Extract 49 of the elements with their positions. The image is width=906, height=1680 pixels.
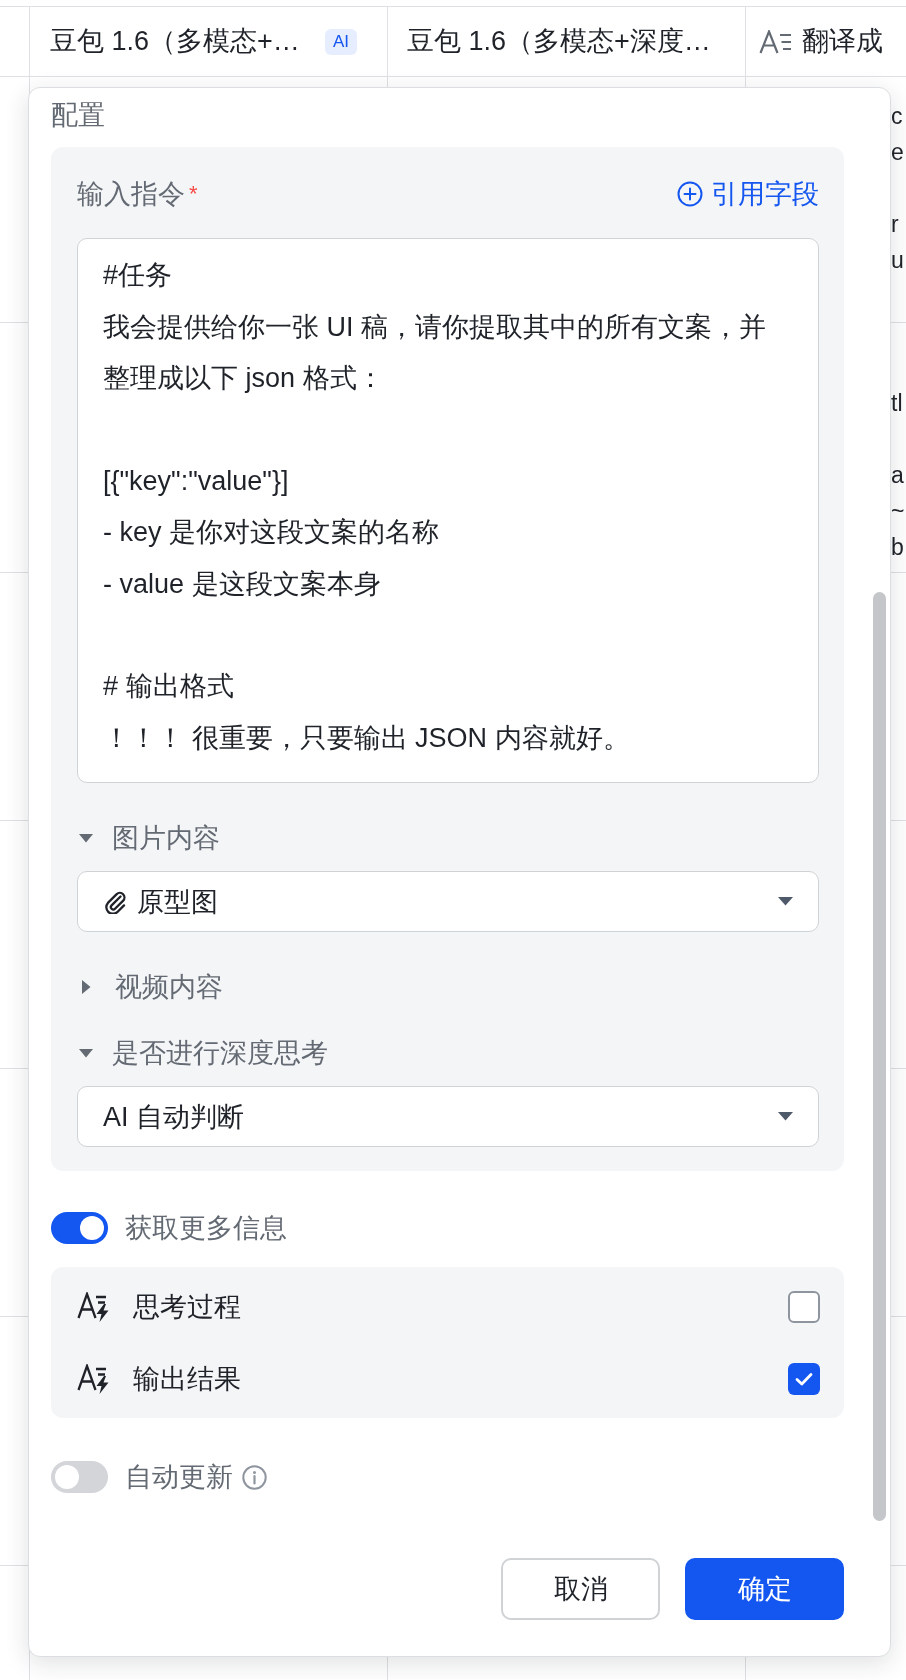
cancel-button[interactable]: 取消 (501, 1558, 660, 1620)
caret-down-icon[interactable] (79, 833, 93, 843)
section-label: 图片内容 (112, 822, 220, 855)
section-label: 是否进行深度思考 (112, 1037, 328, 1070)
caret-down-icon[interactable] (79, 1048, 93, 1058)
instruction-text: #任务 我会提供给你一张 UI 稿，请你提取其中的所有文案，并 整理成以下 json 格式： (103, 259, 767, 395)
cell-text: b (891, 533, 904, 562)
scrollbar-thumb[interactable] (873, 592, 886, 1521)
cell-text: c (891, 102, 903, 131)
caret-right-icon[interactable] (82, 980, 91, 994)
instruction-text: # 输出格式 ！！！ 很重要，只要输出 JSON 内容就好。 (103, 670, 631, 755)
select-value: AI 自动判断 (103, 1100, 244, 1134)
cell-text: ~ (891, 497, 905, 526)
ai-badge: AI (324, 28, 357, 55)
section-label: 视频内容 (115, 971, 223, 1004)
text-bolt-icon (77, 1364, 111, 1394)
cell-text: tl (891, 389, 903, 418)
instruction-textarea[interactable]: #任务 我会提供给你一张 UI 稿，请你提取其中的所有文案，并 整理成以下 json 格式： [{"key":"value"}] - key 是你对这段文案的名称 - value 是这段文案本身 # 输出格式 ！！！ 很重要，只要输出 JSON 内容就好。 (77, 238, 819, 783)
plus-circle-icon (677, 181, 703, 207)
cell-text: u (891, 246, 904, 275)
option-label: 思考过程 (133, 1291, 241, 1324)
instruction-text: [{"key":"value"}] - key 是你对这段文案的名称 - value 是这段文案本身 (103, 464, 440, 601)
toggle-switch[interactable] (51, 1461, 108, 1493)
column-title: 翻译成 (802, 25, 883, 59)
field-label: 输入指令 (77, 178, 185, 211)
dropdown-caret-icon (778, 897, 793, 906)
select-field[interactable]: AI 自动判断 (77, 1086, 819, 1147)
checkbox[interactable] (788, 1363, 820, 1395)
select-value: 原型图 (137, 885, 218, 919)
insert-field-link[interactable]: 引用字段 (677, 176, 819, 212)
paperclip-icon (103, 889, 127, 914)
required-mark: * (189, 180, 198, 208)
checkbox[interactable] (788, 1291, 820, 1323)
cell-text: a (891, 461, 904, 490)
column-title: 豆包 1.6（多模态+深度… (407, 25, 711, 59)
cell-text: e (891, 138, 904, 167)
select-field[interactable]: 原型图 (77, 871, 819, 932)
text-bolt-icon (77, 1292, 111, 1322)
text-format-icon (759, 29, 792, 54)
toggle-label: 获取更多信息 (125, 1212, 287, 1245)
popover-title: 配置 (51, 99, 106, 132)
column-title: 豆包 1.6（多模态+… (50, 25, 300, 59)
dropdown-caret-icon (778, 1112, 793, 1121)
toggle-label: 自动更新 (125, 1461, 233, 1494)
confirm-button[interactable]: 确定 (685, 1558, 844, 1620)
cell-text: r (891, 210, 899, 239)
toggle-switch[interactable] (51, 1212, 108, 1244)
option-label: 输出结果 (133, 1363, 241, 1396)
info-icon[interactable] (242, 1464, 267, 1490)
